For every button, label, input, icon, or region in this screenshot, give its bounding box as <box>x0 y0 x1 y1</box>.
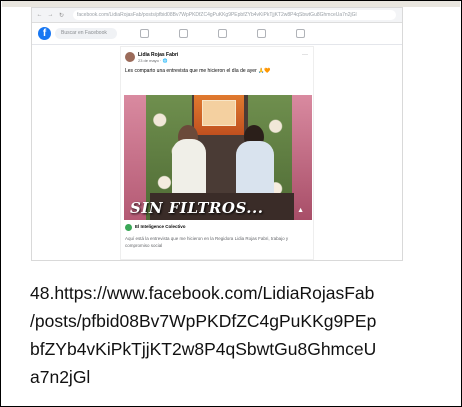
interviewer <box>236 141 274 201</box>
post-video[interactable]: SIN FILTROS... ▲ <box>124 95 312 220</box>
post-card: Lidia Rojas Fabri 23 de mayo · 🌐 ··· Les… <box>120 46 314 260</box>
address-bar[interactable]: facebook.com/LidiaRojasFab/posts/pfbid08… <box>73 10 396 20</box>
document-frame: ← → ↻ facebook.com/LidiaRojasFab/posts/p… <box>0 0 462 407</box>
video-title-overlay: SIN FILTROS... <box>130 199 264 217</box>
more-options-icon[interactable]: ··· <box>302 52 308 58</box>
source-url-caption: 48.https://www.facebook.com/LidiaRojasFa… <box>30 279 450 391</box>
post-description: Aquí está la entrevista que me hicieron … <box>125 236 289 248</box>
facebook-nav <box>140 29 305 38</box>
video-icon[interactable] <box>218 29 227 38</box>
interviewee <box>172 139 206 201</box>
speaker-icon[interactable]: ▲ <box>297 207 304 214</box>
facebook-screenshot: ← → ↻ facebook.com/LidiaRojasFab/posts/p… <box>31 7 403 261</box>
facebook-search-input[interactable]: Buscar en Facebook <box>55 28 117 39</box>
curtain-right <box>292 95 312 220</box>
groups-icon[interactable] <box>296 29 305 38</box>
friends-icon[interactable] <box>179 29 188 38</box>
back-arrow-icon[interactable]: ← <box>36 12 43 18</box>
home-icon[interactable] <box>140 29 149 38</box>
caption-line: a7n2jGl <box>30 367 91 387</box>
facebook-logo[interactable]: f <box>38 27 51 40</box>
page-avatar <box>125 224 132 231</box>
author-avatar[interactable] <box>125 52 135 62</box>
reload-icon[interactable]: ↻ <box>58 12 65 19</box>
post-meta: 23 de mayo · 🌐 <box>138 58 168 63</box>
backdrop-poster <box>202 100 236 126</box>
forward-arrow-icon[interactable]: → <box>47 12 54 18</box>
caption-line: /posts/pfbid08Bv7WpPKDfZC4gPuKKg9PEp <box>30 311 377 331</box>
page-name: El Inteligence Colectivo <box>135 224 186 229</box>
caption-line: 48.https://www.facebook.com/LidiaRojasFa… <box>30 283 375 303</box>
browser-toolbar: ← → ↻ facebook.com/LidiaRojasFab/posts/p… <box>32 8 402 23</box>
marketplace-icon[interactable] <box>257 29 266 38</box>
post-text: Les comparto una entrevista que me hicie… <box>125 68 271 74</box>
facebook-header: f Buscar en Facebook <box>32 23 402 45</box>
caption-line: bfZYb4vKiPkTjjKT2w8P4qSbwtGu8GhmceU <box>30 339 377 359</box>
